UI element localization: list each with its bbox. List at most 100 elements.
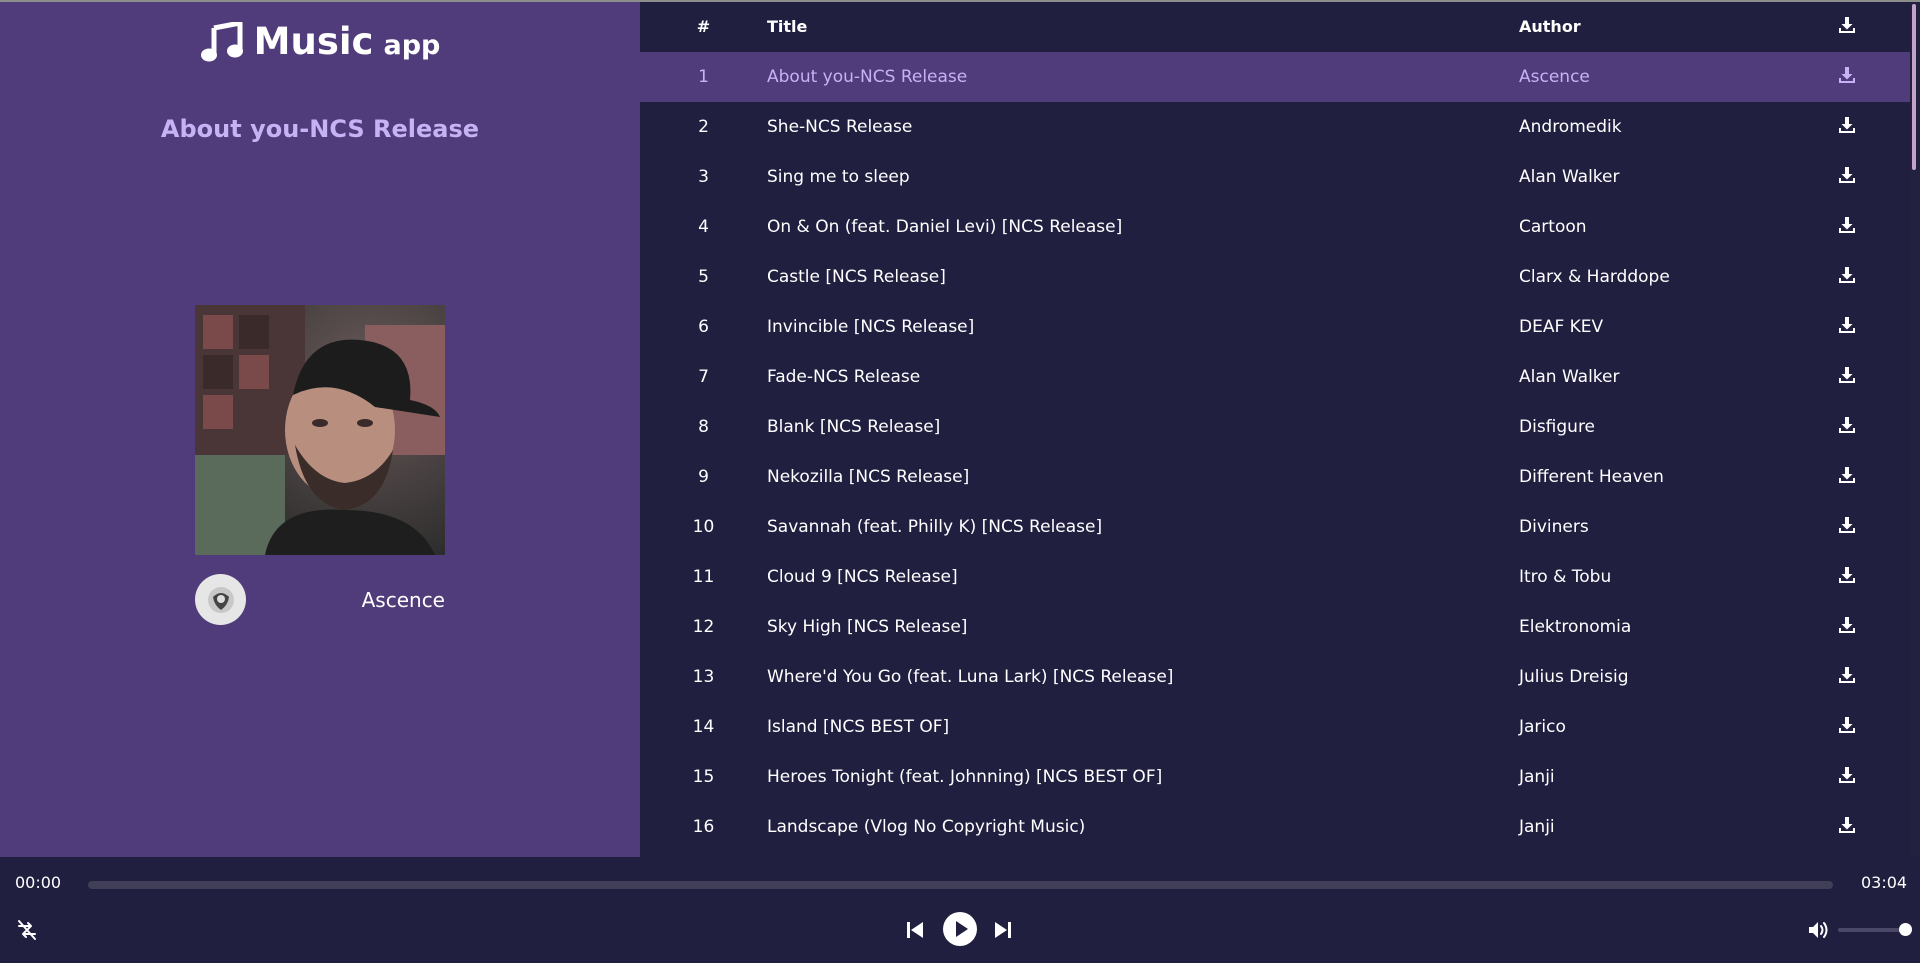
song-author: Jarico [1519,717,1566,737]
play-button[interactable] [942,911,978,947]
song-title: Heroes Tonight (feat. Johnning) [NCS BES… [767,767,1163,787]
song-title: About you-NCS Release [767,67,968,87]
song-author: Janji [1519,817,1555,837]
song-row[interactable]: 2 She-NCS Release Andromedik [640,102,1910,152]
song-number: 8 [698,417,709,437]
song-title: Landscape (Vlog No Copyright Music) [767,817,1086,837]
download-icon[interactable] [1838,66,1856,84]
download-all-icon[interactable] [1838,16,1856,34]
volume-icon[interactable] [1807,920,1829,940]
download-icon[interactable] [1838,516,1856,534]
song-author: Elektronomia [1519,617,1632,637]
song-number: 5 [698,267,709,287]
song-row[interactable]: 10 Savannah (feat. Philly K) [NCS Release… [640,502,1910,552]
song-row[interactable]: 9 Nekozilla [NCS Release] Different Heaven [640,452,1910,502]
song-author: Janji [1519,767,1555,787]
song-row[interactable]: 4 On & On (feat. Daniel Levi) [NCS Releas… [640,202,1910,252]
download-icon[interactable] [1838,416,1856,434]
song-title: Nekozilla [NCS Release] [767,467,970,487]
column-header-author: Author [1519,17,1581,36]
shuffle-off-icon[interactable] [16,919,38,941]
song-row[interactable]: 12 Sky High [NCS Release] Elektronomia [640,602,1910,652]
table-header: # Title Author [640,2,1910,52]
song-title: Sing me to sleep [767,167,910,187]
artist-name: Ascence [361,588,445,612]
app-name: Music [253,20,374,63]
app-logo: Music app [0,20,640,63]
song-author: Clarx & Harddope [1519,267,1670,287]
song-row[interactable]: 8 Blank [NCS Release] Disfigure [640,402,1910,452]
download-icon[interactable] [1838,316,1856,334]
song-author: Alan Walker [1519,167,1620,187]
artist-photo [195,305,445,555]
artist-info: Ascence [195,574,445,626]
now-playing-panel: Music app About you-NCS Release Ascence [0,2,640,857]
song-author: Alan Walker [1519,367,1620,387]
download-icon[interactable] [1838,766,1856,784]
download-icon[interactable] [1838,616,1856,634]
song-row[interactable]: 16 Landscape (Vlog No Copyright Music) Jan… [640,802,1910,852]
song-number: 10 [692,517,715,537]
download-icon[interactable] [1838,216,1856,234]
song-number: 4 [698,217,709,237]
volume-slider[interactable] [1838,928,1906,932]
song-number: 1 [698,67,709,87]
download-icon[interactable] [1838,366,1856,384]
download-icon[interactable] [1838,166,1856,184]
progress-bar[interactable] [88,881,1833,889]
song-number: 3 [698,167,709,187]
song-author: DEAF KEV [1519,317,1604,337]
song-title: Castle [NCS Release] [767,267,946,287]
song-row[interactable]: 7 Fade-NCS Release Alan Walker [640,352,1910,402]
song-title: Cloud 9 [NCS Release] [767,567,958,587]
song-title: Island [NCS BEST OF] [767,717,950,737]
song-row[interactable]: 1 About you-NCS Release Ascence [640,52,1910,102]
song-row[interactable]: 14 Island [NCS BEST OF] Jarico [640,702,1910,752]
song-number: 11 [692,567,715,587]
song-number: 6 [698,317,709,337]
previous-icon[interactable] [905,920,925,940]
song-number: 9 [698,467,709,487]
artist-logo-icon [207,586,234,613]
artist-avatar [195,574,246,625]
song-row[interactable]: 3 Sing me to sleep Alan Walker [640,152,1910,202]
song-title: Blank [NCS Release] [767,417,941,437]
song-number: 16 [692,817,715,837]
volume-slider-handle[interactable] [1899,923,1912,936]
song-list: # Title Author 1 About you-NCS Release Asc… [640,2,1910,857]
song-title: She-NCS Release [767,117,913,137]
song-number: 13 [692,667,715,687]
album-cover [195,305,445,555]
download-icon[interactable] [1838,666,1856,684]
song-author: Ascence [1519,67,1590,87]
song-author: Andromedik [1519,117,1622,137]
song-author: Cartoon [1519,217,1587,237]
download-icon[interactable] [1838,466,1856,484]
app-name-suffix: app [383,30,441,61]
song-title: Savannah (feat. Philly K) [NCS Release] [767,517,1103,537]
music-note-icon [200,21,243,61]
song-row[interactable]: 6 Invincible [NCS Release] DEAF KEV [640,302,1910,352]
download-icon[interactable] [1838,816,1856,834]
song-row[interactable]: 15 Heroes Tonight (feat. Johnning) [NCS B… [640,752,1910,802]
download-icon[interactable] [1838,266,1856,284]
current-time: 00:00 [15,873,62,892]
download-icon[interactable] [1838,116,1856,134]
song-row[interactable]: 13 Where'd You Go (feat. Luna Lark) [NCS … [640,652,1910,702]
scrollbar-thumb[interactable] [1912,4,1916,170]
song-row[interactable]: 5 Castle [NCS Release] Clarx & Harddope [640,252,1910,302]
song-author: Disfigure [1519,417,1596,437]
duration: 03:04 [1861,873,1908,892]
song-author: Julius Dreisig [1519,667,1629,687]
song-number: 12 [692,617,715,637]
song-row[interactable]: 11 Cloud 9 [NCS Release] Itro & Tobu [640,552,1910,602]
column-header-number: # [696,17,711,36]
download-icon[interactable] [1838,566,1856,584]
download-icon[interactable] [1838,716,1856,734]
next-icon[interactable] [993,920,1013,940]
now-playing-title: About you-NCS Release [160,115,480,143]
song-number: 15 [692,767,715,787]
song-author: Different Heaven [1519,467,1664,487]
song-title: Invincible [NCS Release] [767,317,975,337]
song-title: Fade-NCS Release [767,367,921,387]
